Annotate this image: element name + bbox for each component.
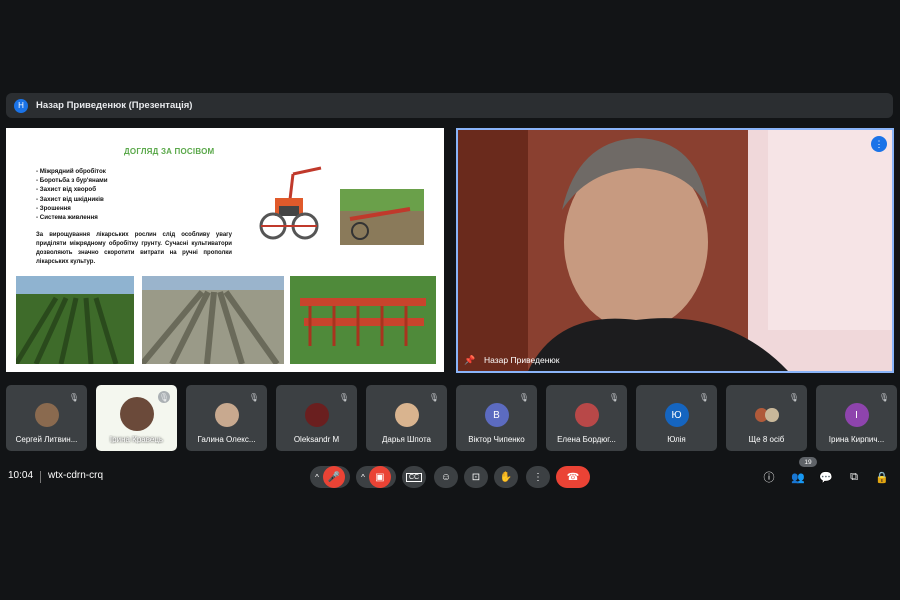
participant-tile[interactable]: 🎙 Галина Олекс... (186, 385, 267, 451)
speaker-video[interactable]: ⋮ 📌 Назар Приведенюк (456, 128, 894, 373)
emoji-icon[interactable]: ☺ (441, 472, 451, 483)
avatar (394, 403, 419, 427)
presenter-avatar: Н (14, 98, 28, 113)
meeting-code[interactable]: wtx-cdrn-crq (48, 470, 103, 481)
participant-name: Ірина Кирпич... (828, 435, 885, 444)
chat-icon[interactable]: 💬 (818, 469, 834, 485)
mic-off-icon: 🎙 (338, 392, 350, 402)
participant-name: Oleksandr M (293, 435, 340, 444)
presentation-slide: ДОГЛЯД ЗА ПОСІВОМ Міжрядний обробіток Бо… (6, 128, 444, 372)
hand-icon[interactable]: ✋ (500, 472, 512, 483)
chevron-up-icon[interactable]: ^ (361, 473, 365, 482)
mic-off-icon: 🎙 (608, 392, 620, 402)
info-icon[interactable]: ⓘ (761, 469, 777, 485)
participant-name: Елена Бордюг... (557, 435, 616, 444)
mic-toggle-button[interactable]: ^ 🎤 (310, 466, 350, 488)
participant-tile[interactable]: 🎙 Сергей Литвин... (6, 385, 87, 451)
cultivator-rows-photo (290, 276, 436, 364)
participant-name: Сергей Литвин... (15, 435, 78, 444)
mic-off-icon: 🎙 (68, 392, 80, 402)
divider (40, 471, 41, 483)
pin-icon[interactable]: 📌 (464, 355, 475, 366)
slide-list-item: Зрошення (36, 204, 108, 213)
mic-off-icon: 🎙 (698, 392, 710, 402)
end-call-button[interactable]: ☎ (556, 466, 590, 488)
slide-list: Міжрядний обробіток Боротьба з бур'янами… (36, 167, 108, 222)
group-avatars (754, 403, 779, 427)
mic-off-icon: 🎙 (248, 392, 260, 402)
mic-off-icon: 🎙 (878, 392, 890, 402)
avatar (214, 403, 239, 427)
slide-list-item: Система живлення (36, 213, 108, 222)
end-call-icon[interactable]: ☎ (567, 472, 579, 483)
avatar (304, 403, 329, 427)
captions-button[interactable]: CC (402, 466, 426, 488)
avatar: І (844, 403, 869, 427)
slide-paragraph: За вирощування лікарських рослин слід ос… (36, 232, 232, 265)
captions-icon[interactable]: CC (405, 472, 423, 482)
presentation-title: Назар Приведенюк (Презентація) (36, 100, 193, 111)
participant-name: Юлія (667, 435, 686, 444)
present-screen-icon[interactable]: ⊡ (472, 472, 480, 483)
people-icon[interactable]: 👥 (790, 469, 806, 485)
current-time: 10:04 (8, 470, 34, 481)
participant-name: Ще 8 осіб (748, 435, 785, 444)
mic-off-icon: 🎙 (788, 392, 800, 402)
cultivator-image (259, 166, 322, 240)
slide-title: ДОГЛЯД ЗА ПОСІВОМ (124, 147, 215, 156)
participant-name: Віктор Чипенко (468, 435, 525, 444)
participant-tile[interactable]: 🎙 Oleksandr M (276, 385, 357, 451)
control-bar: 10:04 wtx-cdrn-crq ^ 🎤 ^ ▣ CC ☺ ⊡ ✋ ⋮ ☎ … (0, 457, 900, 491)
avatar (574, 403, 599, 427)
participant-tile[interactable]: 🎙 Елена Бордюг... (546, 385, 627, 451)
slide-list-item: Захист від хвороб (36, 185, 108, 194)
participants-count-badge: 19 (799, 457, 817, 467)
mic-off-icon: 🎙 (518, 392, 530, 402)
avatar (34, 403, 59, 427)
reactions-button[interactable]: ☺ (434, 466, 458, 488)
cultivator-field-photo (340, 189, 424, 245)
mic-off-icon[interactable]: 🎤 (322, 466, 345, 488)
presentation-bar: Н Назар Приведенюк (Презентація) (6, 93, 893, 118)
slide-list-item: Боротьба з бур'янами (36, 176, 108, 185)
participant-tile[interactable]: 🎙 І Ірина Кирпич... (816, 385, 897, 451)
raise-hand-button[interactable]: ✋ (494, 466, 518, 488)
avatar: В (484, 403, 509, 427)
more-options-button[interactable]: ⋮ (526, 466, 550, 488)
participant-tile[interactable]: 🎙 Дарья Шпота (366, 385, 447, 451)
participant-video (119, 397, 154, 431)
participant-tile[interactable]: 🎙 В Віктор Чипенко (456, 385, 537, 451)
camera-toggle-button[interactable]: ^ ▣ (356, 466, 396, 488)
crop-rows-photo (13, 276, 134, 366)
chevron-up-icon[interactable]: ^ (315, 473, 319, 482)
participant-name: Ірина Кравець (109, 435, 164, 444)
seeded-field-photo (139, 276, 284, 366)
participant-name: Дарья Шпота (382, 435, 431, 444)
speaker-name: Назар Приведенюк (484, 355, 560, 365)
mic-off-icon: 🎙 (428, 392, 440, 402)
participant-tile[interactable]: 🎙 Ірина Кравець (96, 385, 177, 451)
participant-tile[interactable]: 🎙 Ще 8 осіб (726, 385, 807, 451)
activities-icon[interactable]: ⧉ (846, 469, 862, 485)
slide-list-item: Міжрядний обробіток (36, 167, 108, 176)
present-button[interactable]: ⊡ (464, 466, 488, 488)
host-controls-icon[interactable]: 🔒 (874, 469, 890, 485)
more-vert-icon[interactable]: ⋮ (533, 472, 543, 483)
avatar: Ю (664, 403, 689, 427)
participant-name: Галина Олекс... (197, 435, 256, 444)
camera-off-icon[interactable]: ▣ (368, 466, 391, 488)
participant-tiles: 🎙 Сергей Литвин... 🎙 Ірина Кравець 🎙 Галина О… (6, 385, 897, 453)
slide-list-item: Захист від шкідників (36, 195, 108, 204)
participant-tile[interactable]: 🎙 Ю Юлія (636, 385, 717, 451)
more-options-icon[interactable]: ⋮ (871, 136, 887, 152)
mic-off-icon: 🎙 (158, 391, 170, 403)
